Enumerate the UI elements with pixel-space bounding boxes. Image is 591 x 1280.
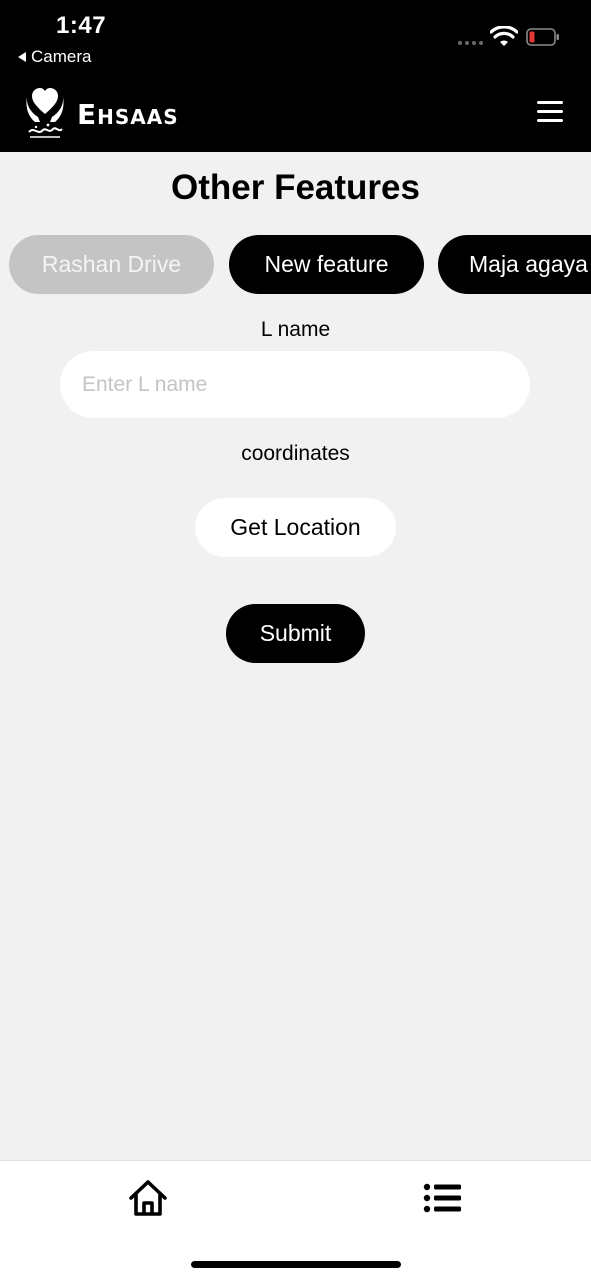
- home-icon[interactable]: [128, 1179, 168, 1217]
- cellular-signal-icon: [458, 41, 483, 45]
- lname-input[interactable]: [60, 351, 530, 418]
- get-location-button[interactable]: Get Location: [195, 498, 396, 557]
- coordinates-label: coordinates: [241, 442, 350, 465]
- brand-name: EHSAAS: [77, 98, 179, 131]
- hamburger-menu-icon[interactable]: [533, 98, 567, 126]
- back-to-app-link[interactable]: Camera: [18, 47, 91, 67]
- brand-initial: E: [77, 98, 98, 131]
- app-header: 1:47 Camera EHSAAS: [0, 0, 591, 152]
- app-screen: 1:47 Camera EHSAAS Other Features Rashan…: [0, 0, 591, 1280]
- chip-new-feature[interactable]: New feature: [229, 235, 424, 294]
- back-app-label: Camera: [31, 47, 92, 66]
- ehsaas-logo-icon: [26, 88, 64, 138]
- list-icon[interactable]: [423, 1183, 463, 1213]
- bottom-tab-bar: [0, 1160, 591, 1280]
- lname-label: L name: [260, 318, 331, 341]
- battery-low-icon: [526, 28, 559, 46]
- page-title: Other Features: [171, 168, 420, 207]
- submit-button[interactable]: Submit: [226, 604, 365, 663]
- brand-rest: HSAAS: [97, 105, 179, 129]
- home-indicator[interactable]: [191, 1261, 401, 1268]
- chip-rashan-drive[interactable]: Rashan Drive: [9, 235, 214, 294]
- back-triangle-icon: [18, 52, 26, 62]
- wifi-icon: [490, 26, 518, 46]
- chip-maja-agaya[interactable]: Maja agaya: [438, 235, 591, 294]
- status-time: 1:47: [56, 12, 107, 39]
